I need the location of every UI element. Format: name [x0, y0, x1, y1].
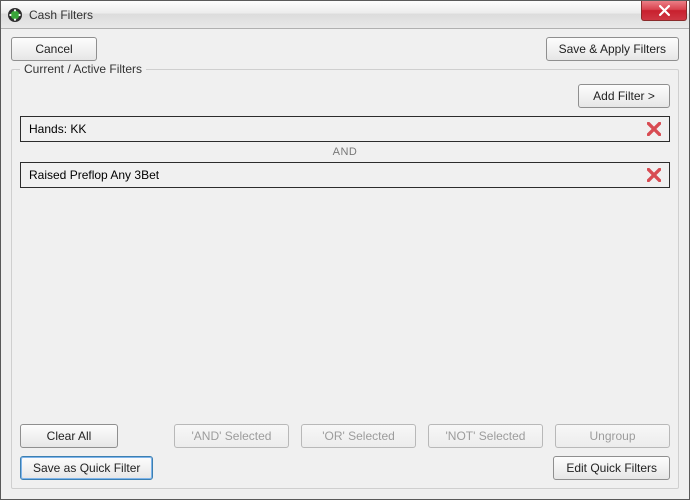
- group-legend: Current / Active Filters: [20, 62, 146, 76]
- dialog-body: Cancel Save & Apply Filters Current / Ac…: [1, 29, 689, 499]
- window-title: Cash Filters: [29, 8, 93, 22]
- save-apply-button[interactable]: Save & Apply Filters: [546, 37, 679, 61]
- selection-ops-row: Clear All 'AND' Selected 'OR' Selected '…: [20, 424, 670, 448]
- and-selected-button[interactable]: 'AND' Selected: [174, 424, 289, 448]
- add-filter-row: Add Filter >: [20, 84, 670, 108]
- filter-label: Hands: KK: [29, 122, 86, 136]
- add-filter-button[interactable]: Add Filter >: [578, 84, 670, 108]
- app-icon: [7, 7, 23, 23]
- cancel-button[interactable]: Cancel: [11, 37, 97, 61]
- edit-quick-filters-button[interactable]: Edit Quick Filters: [553, 456, 670, 480]
- save-quick-filter-button[interactable]: Save as Quick Filter: [20, 456, 153, 480]
- top-button-row: Cancel Save & Apply Filters: [11, 37, 679, 61]
- close-button[interactable]: [641, 1, 687, 21]
- quickfilter-row: Save as Quick Filter Edit Quick Filters: [20, 456, 670, 480]
- filters-list: Hands: KK AND Raised Preflop Any 3Bet: [20, 116, 670, 416]
- connector-and: AND: [20, 142, 670, 162]
- remove-filter-icon[interactable]: [645, 120, 663, 138]
- remove-filter-icon[interactable]: [645, 166, 663, 184]
- active-filters-group: Current / Active Filters Add Filter > Ha…: [11, 69, 679, 489]
- not-selected-button[interactable]: 'NOT' Selected: [428, 424, 543, 448]
- titlebar: Cash Filters: [1, 1, 689, 29]
- group-bottom: Clear All 'AND' Selected 'OR' Selected '…: [20, 424, 670, 480]
- or-selected-button[interactable]: 'OR' Selected: [301, 424, 416, 448]
- filter-label: Raised Preflop Any 3Bet: [29, 168, 159, 182]
- ungroup-button[interactable]: Ungroup: [555, 424, 670, 448]
- group-buttons: 'AND' Selected 'OR' Selected 'NOT' Selec…: [138, 424, 670, 448]
- filter-item[interactable]: Hands: KK: [20, 116, 670, 142]
- filter-item[interactable]: Raised Preflop Any 3Bet: [20, 162, 670, 188]
- clear-all-button[interactable]: Clear All: [20, 424, 118, 448]
- window: Cash Filters Cancel Save & Apply Filters…: [0, 0, 690, 500]
